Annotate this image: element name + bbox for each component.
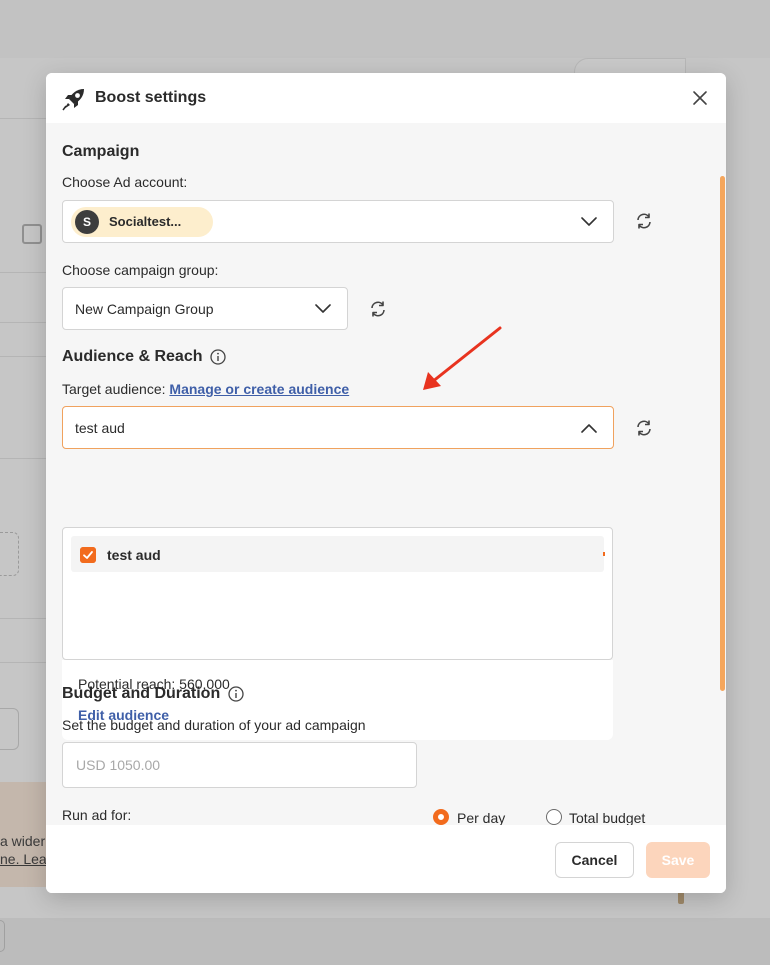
scroll-indicator bbox=[603, 552, 605, 556]
background-divider bbox=[0, 662, 46, 663]
background-divider bbox=[0, 618, 46, 619]
chevron-up-icon bbox=[581, 424, 597, 433]
chevron-down-icon bbox=[581, 217, 597, 226]
refresh-icon[interactable] bbox=[369, 300, 387, 318]
modal-header: Boost settings bbox=[46, 73, 726, 123]
modal-title: Boost settings bbox=[95, 89, 207, 106]
rocket-icon bbox=[62, 89, 84, 111]
background-box bbox=[0, 708, 19, 750]
background-divider bbox=[0, 272, 46, 273]
budget-section-title: Budget and Duration bbox=[62, 685, 221, 702]
audience-section-title: Audience & Reach bbox=[62, 348, 203, 365]
chevron-down-icon bbox=[315, 304, 331, 313]
audience-dropdown-list: test aud bbox=[62, 527, 613, 660]
boost-settings-modal: Boost settings Campaign Choose Ad accoun… bbox=[46, 73, 726, 893]
background-divider bbox=[0, 118, 46, 119]
background-list-icon bbox=[22, 224, 42, 244]
avatar: S bbox=[75, 210, 99, 234]
campaign-group-value: New Campaign Group bbox=[75, 301, 214, 317]
refresh-icon[interactable] bbox=[635, 212, 653, 230]
background-banner-text: a wider ne. Lea bbox=[0, 833, 47, 867]
total-budget-label[interactable]: Total budget bbox=[569, 810, 645, 825]
save-button[interactable]: Save bbox=[646, 842, 710, 878]
cancel-button[interactable]: Cancel bbox=[555, 842, 634, 878]
background-divider bbox=[0, 458, 46, 459]
campaign-group-label: Choose campaign group: bbox=[62, 262, 219, 278]
campaign-section-title: Campaign bbox=[62, 143, 140, 160]
background-bottom-bar bbox=[0, 918, 770, 965]
budget-description: Set the budget and duration of your ad c… bbox=[62, 717, 366, 733]
close-icon[interactable] bbox=[690, 88, 710, 108]
total-budget-radio[interactable] bbox=[546, 809, 562, 825]
background-topbar bbox=[0, 0, 770, 59]
modal-body[interactable]: Campaign Choose Ad account: S Socialtest… bbox=[46, 123, 726, 825]
manage-audience-link[interactable]: Manage or create audience bbox=[169, 381, 349, 397]
target-audience-text: Target audience: bbox=[62, 381, 166, 397]
ad-account-select[interactable]: S Socialtest... bbox=[62, 200, 614, 243]
modal-footer: Cancel Save bbox=[46, 825, 726, 893]
per-day-label[interactable]: Per day bbox=[457, 810, 505, 825]
background-divider bbox=[0, 322, 46, 323]
info-icon[interactable] bbox=[210, 349, 226, 365]
refresh-icon[interactable] bbox=[635, 419, 653, 437]
ad-account-label: Choose Ad account: bbox=[62, 174, 188, 190]
campaign-group-select[interactable]: New Campaign Group bbox=[62, 287, 348, 330]
background-divider bbox=[0, 356, 46, 357]
target-audience-value: test aud bbox=[75, 420, 125, 436]
target-audience-label: Target audience: Manage or create audien… bbox=[62, 381, 349, 397]
background-bottom-button bbox=[0, 920, 5, 952]
background-dashed-box bbox=[0, 532, 19, 576]
run-ad-label: Run ad for: bbox=[62, 807, 132, 823]
checkbox-checked-icon[interactable] bbox=[80, 547, 96, 563]
ad-account-chip: S Socialtest... bbox=[71, 207, 213, 237]
dropdown-option-label: test aud bbox=[107, 547, 161, 563]
scrollbar-thumb[interactable] bbox=[720, 176, 725, 691]
ad-account-name: Socialtest... bbox=[109, 214, 182, 229]
per-day-radio[interactable] bbox=[433, 809, 449, 825]
info-icon[interactable] bbox=[228, 686, 244, 702]
budget-amount-input[interactable] bbox=[62, 742, 417, 788]
target-audience-select[interactable]: test aud bbox=[62, 406, 614, 449]
dropdown-option[interactable]: test aud bbox=[71, 536, 604, 572]
